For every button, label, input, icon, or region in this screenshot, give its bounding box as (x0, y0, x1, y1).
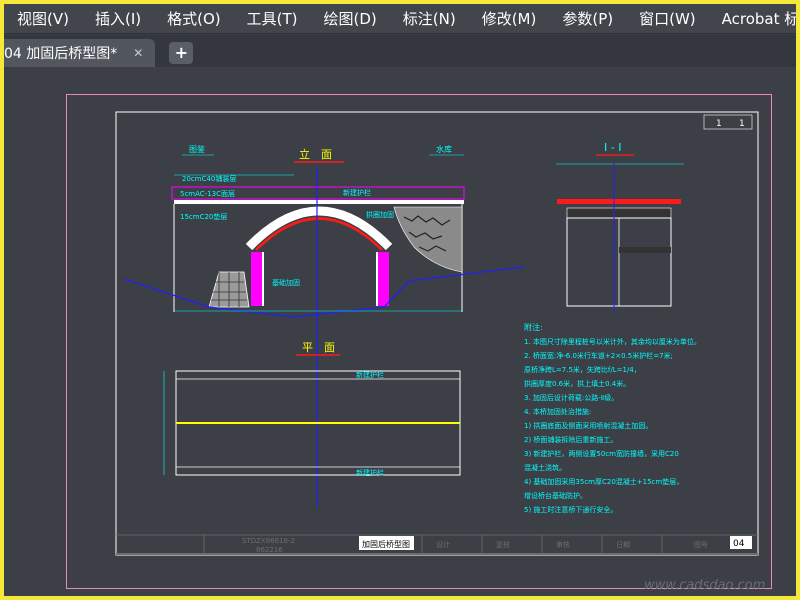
note-line: 2) 桥面铺装拆除后重新施工。 (524, 435, 617, 444)
elevation-title: 立 面 (299, 147, 332, 161)
watermark: www.cadsdao.com (644, 578, 765, 593)
menu-parametric[interactable]: 参数(P) (549, 8, 626, 29)
left-pier (262, 252, 264, 306)
drawing-number: 04 (733, 539, 745, 549)
page-total: 1 (739, 119, 745, 129)
notes-title: 附注: (524, 322, 543, 332)
menu-acrobat[interactable]: Acrobat 标 (709, 8, 796, 29)
page-number: 1 (716, 119, 722, 129)
note-line: 增设桥台基础防护。 (524, 491, 587, 500)
menu-modify[interactable]: 修改(M) (469, 8, 550, 29)
rail-note: 新建护栏 (343, 188, 371, 197)
close-icon[interactable]: ✕ (131, 46, 145, 60)
document-tab[interactable]: 04 加固后桥型图* ✕ (4, 39, 156, 67)
plan-title: 平 面 (302, 341, 335, 354)
note-line: 3. 加固后设计荷载:公路-Ⅱ级。 (524, 393, 618, 402)
note-line: 3) 新建护栏，两侧设置50cm宽防撞墙，采用C20 (524, 449, 679, 458)
layer3-label: 15cmC20垫层 (180, 212, 227, 221)
cad-drawing: 1 1 立 面 图鉴 水库 20cmC40铺装层 5cmAC-13C面层 15c… (115, 111, 765, 593)
note-line: 混凝土浇筑。 (524, 463, 566, 472)
menu-dimension[interactable]: 标注(N) (390, 8, 469, 29)
menu-tools[interactable]: 工具(T) (234, 8, 311, 29)
note-line: 1) 拱圈底面及侧面采用喷射混凝土加固。 (524, 421, 652, 430)
tb-cell: 审核 (556, 540, 570, 549)
note-line: 拱圈厚度0.6米，拱上填土0.4米。 (524, 379, 630, 388)
menu-insert[interactable]: 插入(I) (82, 8, 154, 29)
tb-cell: 日期 (616, 541, 630, 549)
bridge-deck (174, 200, 464, 204)
new-tab-button[interactable]: + (169, 42, 194, 64)
page-counter (703, 114, 753, 130)
drawing-name: 加固后桥型图 (362, 539, 410, 549)
section-deck (557, 199, 681, 204)
menu-view[interactable]: 视图(V) (4, 8, 82, 29)
right-pier (376, 252, 378, 306)
arch-note: 拱圈加固 (366, 210, 394, 219)
section-fill (566, 207, 672, 219)
menu-bar: 视图(V) 插入(I) 格式(O) 工具(T) 绘图(D) 标注(N) 修改(M… (4, 4, 796, 34)
note-line: 1. 本图尺寸除里程桩号以米计外，其余均以厘米为单位。 (524, 337, 701, 346)
drawing-canvas[interactable]: 1 1 立 面 图鉴 水库 20cmC40铺装层 5cmAC-13C面层 15c… (4, 67, 796, 596)
note-line: 4) 基础加固采用35cm厚C20混凝土+15cm垫层， (524, 477, 683, 486)
note-line: 5) 施工时注意桥下通行安全。 (524, 505, 617, 514)
tb-cell: 复核 (496, 540, 510, 549)
note-line: 原桥净跨L=7.5米，矢跨比f/L=1/4， (524, 365, 641, 374)
note-line: 2. 桥面宽:净-6.0米行车道+2×0.5米护栏=7米; (524, 351, 673, 360)
menu-draw[interactable]: 绘图(D) (311, 8, 390, 29)
tb-cell: 设计 (436, 540, 450, 549)
project-code: STDZX86618-2 (242, 537, 295, 545)
note-line: 4. 本桥加固处治措施: (524, 407, 591, 416)
project-sub: 862216 (256, 546, 283, 554)
right-bank-label: 水库 (436, 144, 452, 154)
document-tab-title: 04 加固后桥型图* (4, 46, 118, 62)
left-pier-reinforcement (251, 252, 262, 306)
right-pier-reinforcement (378, 252, 389, 306)
tb-cell: 图号 (694, 541, 708, 549)
ground-line (123, 266, 525, 318)
notes-list: 1. 本图尺寸除里程桩号以米计外，其余均以厘米为单位。 2. 桥面宽:净-6.0… (524, 337, 701, 514)
plan-bottom-label: 新建护栏 (356, 468, 384, 477)
menu-format[interactable]: 格式(O) (154, 8, 234, 29)
menu-window[interactable]: 窗口(W) (626, 8, 709, 29)
layer1-label: 20cmC40铺装层 (182, 174, 236, 183)
left-bank-label: 图鉴 (189, 144, 205, 154)
plan-top-label: 新建护栏 (356, 370, 384, 379)
app-window: 视图(V) 插入(I) 格式(O) 工具(T) 绘图(D) 标注(N) 修改(M… (4, 4, 796, 596)
section-title: I - I (604, 141, 621, 154)
document-tab-bar: 04 加固后桥型图* ✕ + (4, 35, 796, 67)
base-note: 基础加固 (272, 278, 300, 287)
layer2-label: 5cmAC-13C面层 (180, 190, 235, 198)
section-band (619, 247, 671, 253)
